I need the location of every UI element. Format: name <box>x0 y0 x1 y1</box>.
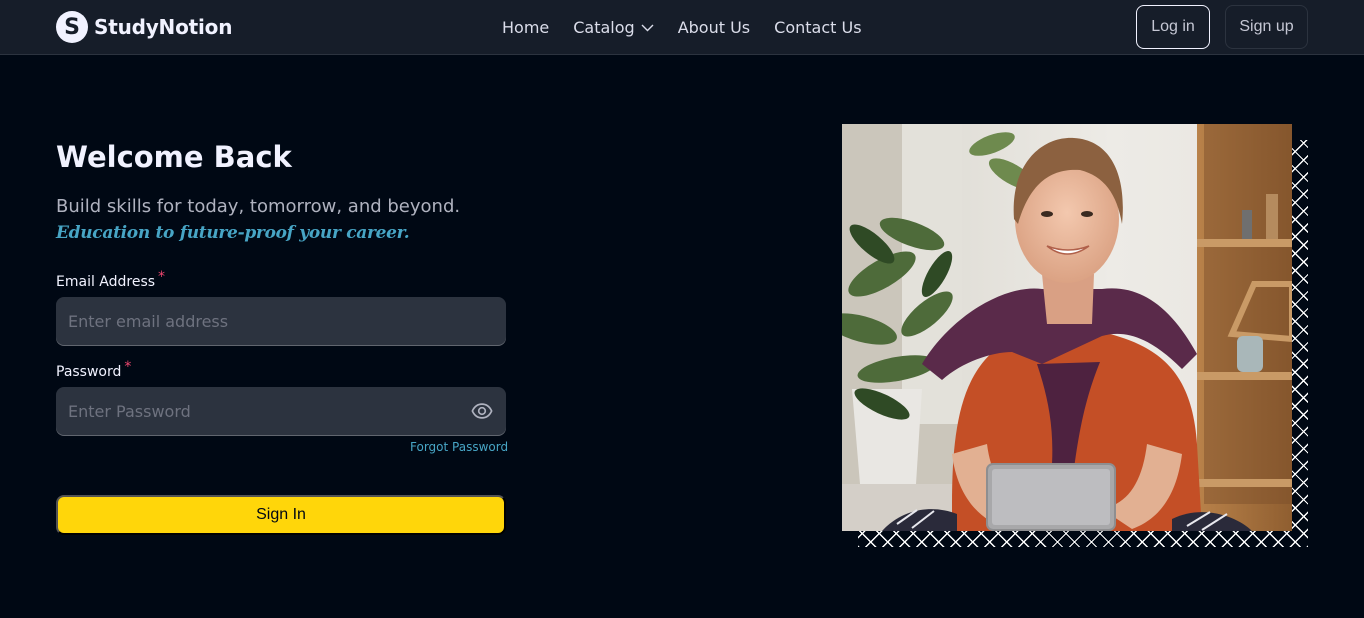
sign-in-button[interactable]: Sign In <box>56 495 506 535</box>
chevron-down-icon <box>641 24 654 31</box>
password-label: Password * <box>56 359 131 380</box>
nav-link-catalog[interactable]: Catalog <box>573 18 654 37</box>
forgot-password-link[interactable]: Forgot Password <box>410 440 508 454</box>
navbar: S StudyNotion Home Catalog About Us Cont… <box>0 0 1364 55</box>
signup-button[interactable]: Sign up <box>1225 5 1308 49</box>
nav-links: Home Catalog About Us Contact Us <box>502 0 862 55</box>
email-label-text: Email Address <box>56 274 156 290</box>
nav-link-label: Catalog <box>573 18 635 37</box>
email-field[interactable] <box>56 297 506 346</box>
password-field[interactable] <box>56 387 506 436</box>
password-label-text: Password <box>56 364 122 380</box>
eye-icon[interactable] <box>471 400 493 422</box>
required-mark: * <box>158 269 166 285</box>
nav-link-label: Home <box>502 18 550 37</box>
tagline: Education to future-proof your career. <box>56 223 410 243</box>
login-button[interactable]: Log in <box>1136 5 1210 49</box>
logo[interactable]: S StudyNotion <box>56 11 232 43</box>
logo-text: StudyNotion <box>94 15 233 39</box>
nav-link-label: About Us <box>677 18 751 37</box>
page-title: Welcome Back <box>56 140 292 174</box>
logo-icon: S <box>56 11 88 43</box>
nav-link-home[interactable]: Home <box>502 18 549 37</box>
subtitle: Build skills for today, tomorrow, and be… <box>56 196 461 217</box>
nav-link-label: Contact Us <box>774 18 862 37</box>
nav-link-about[interactable]: About Us <box>678 18 750 37</box>
login-illustration <box>842 124 1292 531</box>
nav-link-contact[interactable]: Contact Us <box>774 18 861 37</box>
required-mark: * <box>124 359 132 375</box>
email-label: Email Address * <box>56 269 165 290</box>
